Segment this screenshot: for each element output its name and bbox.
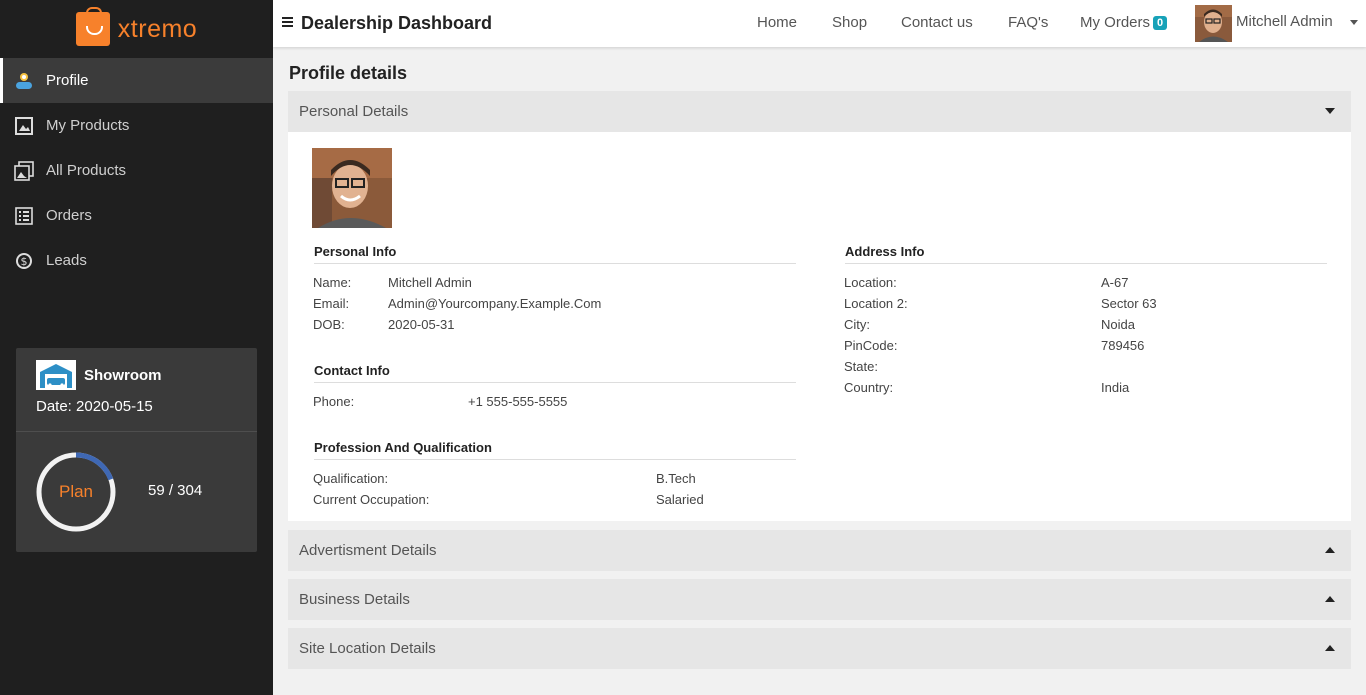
field-value-dob: 2020-05-31 <box>388 317 455 332</box>
caret-down-icon <box>1325 108 1335 114</box>
field-value-location-2: Sector 63 <box>1101 296 1157 311</box>
field-label: Email: <box>313 296 350 311</box>
svg-text:$: $ <box>21 255 28 268</box>
field-value-phone: +1 555-555-5555 <box>468 394 568 409</box>
accordion-business-details[interactable]: Business Details <box>288 579 1351 620</box>
page-title: Profile details <box>289 63 408 83</box>
plan-date: Date: 2020-05-15 <box>36 398 153 415</box>
caret-up-icon <box>1325 645 1335 651</box>
nav-link-my-orders[interactable]: My Orders 0 <box>1080 14 1168 31</box>
accordion-label: Site Location Details <box>299 640 436 657</box>
list-icon <box>14 206 34 226</box>
shopping-bag-icon <box>75 7 110 46</box>
section-title-contact-info: Contact Info <box>314 363 796 383</box>
caret-up-icon <box>1325 596 1335 602</box>
plan-card-body: Plan 59 / 304 <box>16 432 257 552</box>
section-title-profession: Profession And Qualification <box>314 440 796 460</box>
field-value-location: A-67 <box>1101 275 1129 290</box>
sidebar-item-my-products[interactable]: My Products <box>0 103 273 148</box>
top-navbar: Dealership Dashboard Home Shop Contact u… <box>273 0 1366 47</box>
sidebar-item-label: My Products <box>46 117 130 134</box>
field-value-occupation: Salaried <box>656 492 704 507</box>
accordion-label: Advertisment Details <box>299 542 437 559</box>
field-value-city: Noida <box>1101 317 1135 332</box>
my-orders-label: My Orders <box>1080 14 1151 31</box>
plan-count: 59 / 304 <box>148 482 203 499</box>
sidebar-item-profile[interactable]: Profile <box>0 58 273 103</box>
accordion-label: Business Details <box>299 591 410 608</box>
field-label: Location: <box>844 275 897 290</box>
field-label: DOB: <box>313 317 345 332</box>
nav-link-shop[interactable]: Shop <box>832 14 867 31</box>
field-value-email: Admin@Yourcompany.Example.Com <box>388 296 602 311</box>
orders-count-badge: 0 <box>1153 16 1168 30</box>
garage-icon <box>36 360 76 390</box>
sidebar-item-label: All Products <box>46 162 127 179</box>
field-value-pincode: 789456 <box>1101 338 1145 353</box>
section-title-personal-info: Personal Info <box>314 244 796 264</box>
app-title: Dealership Dashboard <box>301 13 493 33</box>
gallery-icon <box>14 160 34 181</box>
caret-up-icon <box>1325 547 1335 553</box>
sidebar-item-all-products[interactable]: All Products <box>0 148 273 193</box>
profile-photo <box>312 148 392 228</box>
nav-link-home[interactable]: Home <box>757 14 797 31</box>
sidebar-item-orders[interactable]: Orders <box>0 193 273 238</box>
nav-link-contact[interactable]: Contact us <box>901 14 973 31</box>
sidebar-item-leads[interactable]: $ Leads <box>0 238 273 283</box>
accordion-personal-details[interactable]: Personal Details <box>288 91 1351 132</box>
field-value-qualification: B.Tech <box>656 471 696 486</box>
menu-icon[interactable] <box>282 17 293 27</box>
nav-link-faq[interactable]: FAQ's <box>1008 14 1048 31</box>
field-value-name: Mitchell Admin <box>388 275 472 290</box>
field-label: Country: <box>844 380 894 395</box>
field-label: Name: <box>313 275 352 290</box>
sidebar-item-label: Orders <box>46 207 92 224</box>
plan-title-row: Showroom <box>36 360 237 390</box>
accordion-label: Personal Details <box>299 103 409 120</box>
field-label: Qualification: <box>313 471 389 486</box>
brand-name: xtremo <box>117 14 198 43</box>
user-avatar[interactable] <box>1195 5 1232 42</box>
plan-card-header: Showroom Date: 2020-05-15 <box>16 348 257 432</box>
personal-details-panel: Personal Info Name: Mitchell Admin Email… <box>288 132 1351 521</box>
section-title-address-info: Address Info <box>845 244 1327 264</box>
user-menu-name[interactable]: Mitchell Admin <box>1236 13 1333 30</box>
accordion-site-location-details[interactable]: Site Location Details <box>288 628 1351 669</box>
sidebar: xtremo Profile My Products All Products … <box>0 0 273 695</box>
field-label: Phone: <box>313 394 355 409</box>
field-label: Location 2: <box>844 296 908 311</box>
image-icon <box>14 116 34 136</box>
field-value-country: India <box>1101 380 1130 395</box>
sidebar-item-label: Profile <box>46 72 89 89</box>
brand-logo[interactable]: xtremo <box>0 0 273 58</box>
accordion-advertisment-details[interactable]: Advertisment Details <box>288 530 1351 571</box>
sidebar-item-label: Leads <box>46 252 87 269</box>
plan-title: Showroom <box>84 366 162 384</box>
field-label: State: <box>844 359 878 374</box>
chevron-down-icon[interactable] <box>1350 20 1358 25</box>
plan-label: Plan <box>58 482 94 501</box>
field-label: Current Occupation: <box>313 492 430 507</box>
field-label: PinCode: <box>844 338 898 353</box>
profile-icon <box>14 71 34 91</box>
plan-card: Showroom Date: 2020-05-15 Plan 59 / 304 <box>16 348 257 552</box>
dollar-icon: $ <box>14 251 34 271</box>
field-label: City: <box>844 317 870 332</box>
